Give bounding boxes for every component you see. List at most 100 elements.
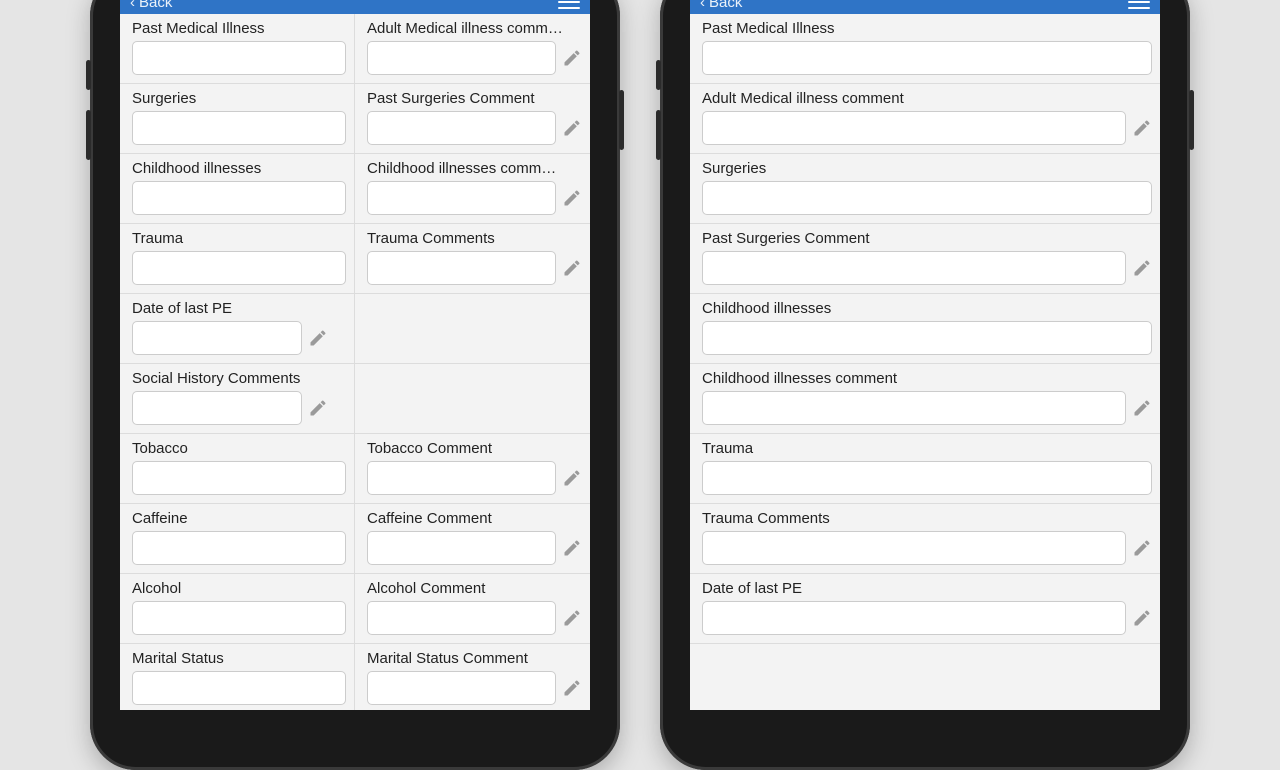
- chevron-left-icon: ‹: [130, 0, 135, 11]
- input-wrap: [702, 41, 1152, 75]
- form-row: Past Surgeries Comment: [690, 224, 1160, 294]
- pencil-icon[interactable]: [308, 328, 328, 348]
- form-row: TraumaTrauma Comments: [120, 224, 590, 294]
- text-input[interactable]: [132, 601, 346, 635]
- input-wrap: [702, 461, 1152, 495]
- input-wrap: [702, 251, 1152, 285]
- field-label: Caffeine Comment: [367, 510, 582, 527]
- text-input[interactable]: [702, 181, 1152, 215]
- field-label: Trauma: [132, 230, 346, 247]
- phone-side-button: [619, 90, 624, 150]
- input-wrap: [132, 251, 346, 285]
- input-wrap: [702, 321, 1152, 355]
- input-wrap: [367, 41, 582, 75]
- field-label: Past Surgeries Comment: [367, 90, 582, 107]
- text-input[interactable]: [702, 461, 1152, 495]
- field-label: Past Surgeries Comment: [702, 230, 1152, 247]
- field-label: Alcohol Comment: [367, 580, 582, 597]
- text-input[interactable]: [702, 531, 1126, 565]
- text-input[interactable]: [132, 251, 346, 285]
- pencil-icon[interactable]: [1132, 258, 1152, 278]
- pencil-icon[interactable]: [562, 538, 582, 558]
- input-wrap: [367, 531, 582, 565]
- pencil-icon[interactable]: [1132, 608, 1152, 628]
- input-wrap: [367, 461, 582, 495]
- form-row: TobaccoTobacco Comment: [120, 434, 590, 504]
- back-label: Back: [139, 0, 172, 11]
- pencil-icon[interactable]: [562, 468, 582, 488]
- input-wrap: [132, 181, 346, 215]
- input-wrap: [132, 41, 346, 75]
- empty-cell: [355, 294, 590, 363]
- pencil-icon[interactable]: [562, 608, 582, 628]
- form-field: Past Surgeries Comment: [355, 84, 590, 153]
- input-wrap: [702, 391, 1152, 425]
- phone-right: ‹ Back Past Medical Illness Adult Medical…: [660, 0, 1190, 720]
- text-input[interactable]: [132, 391, 302, 425]
- text-input[interactable]: [367, 181, 556, 215]
- text-input[interactable]: [132, 671, 346, 705]
- pencil-icon[interactable]: [1132, 118, 1152, 138]
- form-row: Caffeine Caffeine Comment: [120, 504, 590, 574]
- field-label: Trauma Comments: [702, 510, 1152, 527]
- text-input[interactable]: [702, 391, 1126, 425]
- input-wrap: [702, 601, 1152, 635]
- text-input[interactable]: [702, 41, 1152, 75]
- text-input[interactable]: [132, 111, 346, 145]
- text-input[interactable]: [132, 461, 346, 495]
- form-row: Trauma Comments: [690, 504, 1160, 574]
- back-button[interactable]: ‹ Back: [700, 0, 742, 11]
- form-row: Adult Medical illness comment: [690, 84, 1160, 154]
- text-input[interactable]: [132, 181, 346, 215]
- menu-icon[interactable]: [1128, 0, 1150, 9]
- text-input[interactable]: [702, 321, 1152, 355]
- text-input[interactable]: [367, 531, 556, 565]
- form-body[interactable]: Past Medical IllnessAdult Medical illnes…: [120, 14, 590, 710]
- pencil-icon[interactable]: [308, 398, 328, 418]
- pencil-icon[interactable]: [562, 678, 582, 698]
- text-input[interactable]: [367, 461, 556, 495]
- pencil-icon[interactable]: [562, 258, 582, 278]
- form-row: Surgeries Past Surgeries Comment: [120, 84, 590, 154]
- text-input[interactable]: [132, 41, 346, 75]
- text-input[interactable]: [367, 601, 556, 635]
- menu-icon[interactable]: [558, 0, 580, 9]
- field-label: Childhood illnesses: [702, 300, 1152, 317]
- pencil-icon[interactable]: [1132, 538, 1152, 558]
- text-input[interactable]: [132, 531, 346, 565]
- text-input[interactable]: [702, 251, 1126, 285]
- pencil-icon[interactable]: [562, 118, 582, 138]
- phone-side-button: [86, 110, 91, 160]
- pencil-icon[interactable]: [562, 48, 582, 68]
- form-field: Date of last PE: [120, 294, 355, 363]
- form-body[interactable]: Past Medical Illness Adult Medical illnes…: [690, 14, 1160, 710]
- pencil-icon[interactable]: [1132, 398, 1152, 418]
- phone-side-button: [656, 110, 661, 160]
- form-field: Trauma: [690, 434, 1160, 503]
- text-input[interactable]: [132, 321, 302, 355]
- back-button[interactable]: ‹ Back: [130, 0, 172, 11]
- field-label: Alcohol: [132, 580, 346, 597]
- form-row: Childhood illnesses: [690, 294, 1160, 364]
- form-field: Tobacco Comment: [355, 434, 590, 503]
- text-input[interactable]: [702, 601, 1126, 635]
- form-field: Caffeine Comment: [355, 504, 590, 573]
- text-input[interactable]: [702, 111, 1126, 145]
- form-row: Past Medical Illness: [690, 14, 1160, 84]
- form-row: Past Medical IllnessAdult Medical illnes…: [120, 14, 590, 84]
- text-input[interactable]: [367, 251, 556, 285]
- field-label: Surgeries: [132, 90, 346, 107]
- input-wrap: [132, 461, 346, 495]
- form-field: Past Surgeries Comment: [690, 224, 1160, 293]
- field-label: Past Medical Illness: [702, 20, 1152, 37]
- field-label: Caffeine: [132, 510, 346, 527]
- text-input[interactable]: [367, 671, 556, 705]
- input-wrap: [132, 671, 346, 705]
- app-header: ‹ Back: [690, 0, 1160, 14]
- text-input[interactable]: [367, 111, 556, 145]
- form-field: Childhood illnesses comm…: [355, 154, 590, 223]
- field-label: Date of last PE: [132, 300, 346, 317]
- form-row: Surgeries: [690, 154, 1160, 224]
- text-input[interactable]: [367, 41, 556, 75]
- pencil-icon[interactable]: [562, 188, 582, 208]
